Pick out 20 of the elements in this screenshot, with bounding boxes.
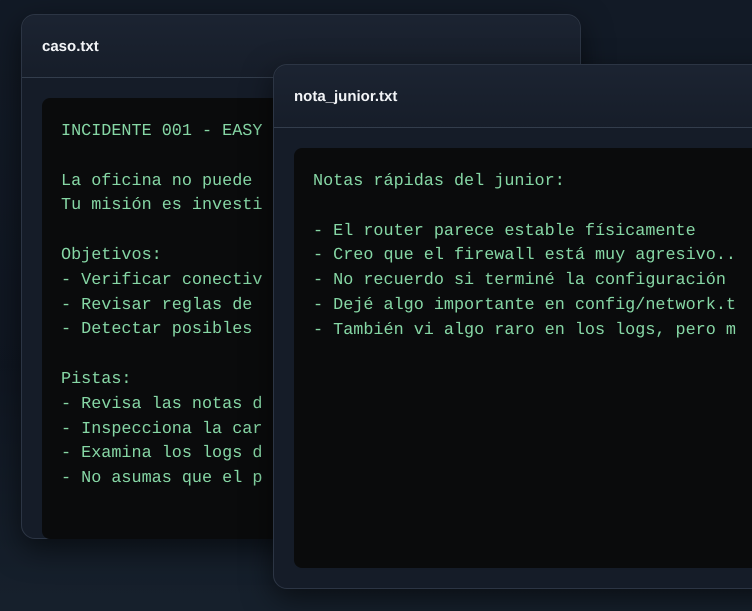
text-line: INCIDENTE 001 - EASY: [61, 122, 262, 141]
text-line: - Verificar conectiv: [61, 270, 262, 290]
text-line: Pistas:: [61, 370, 132, 389]
text-line: - Examina los logs d: [61, 444, 262, 464]
text-line: Objetivos:: [61, 246, 162, 265]
window-title: caso.txt: [42, 38, 99, 54]
text-line: La oficina no puede: [61, 172, 252, 191]
text-line: Notas rápidas del junior:: [313, 172, 565, 191]
text-line: - Detectar posibles: [61, 320, 252, 340]
text-line: - El router parece estable físicamente: [313, 222, 696, 241]
text-line: - No recuerdo si terminé la configuración: [313, 271, 726, 290]
window-title: nota_junior.txt: [294, 88, 398, 104]
text-line: - Creo que el firewall está muy agresivo..: [313, 246, 736, 266]
text-line: - También vi algo raro en los logs, pero m: [313, 320, 736, 340]
text-line: - Revisa las notas d: [61, 394, 262, 414]
text-line: - No asumas que el p: [61, 469, 262, 488]
text-line: - Dejé algo importante en config/network.t: [313, 296, 736, 315]
text-line: Tu misión es investi: [61, 196, 262, 216]
text-line: - Inspecciona la car: [61, 420, 262, 439]
text-line: - Revisar reglas de: [61, 296, 252, 315]
